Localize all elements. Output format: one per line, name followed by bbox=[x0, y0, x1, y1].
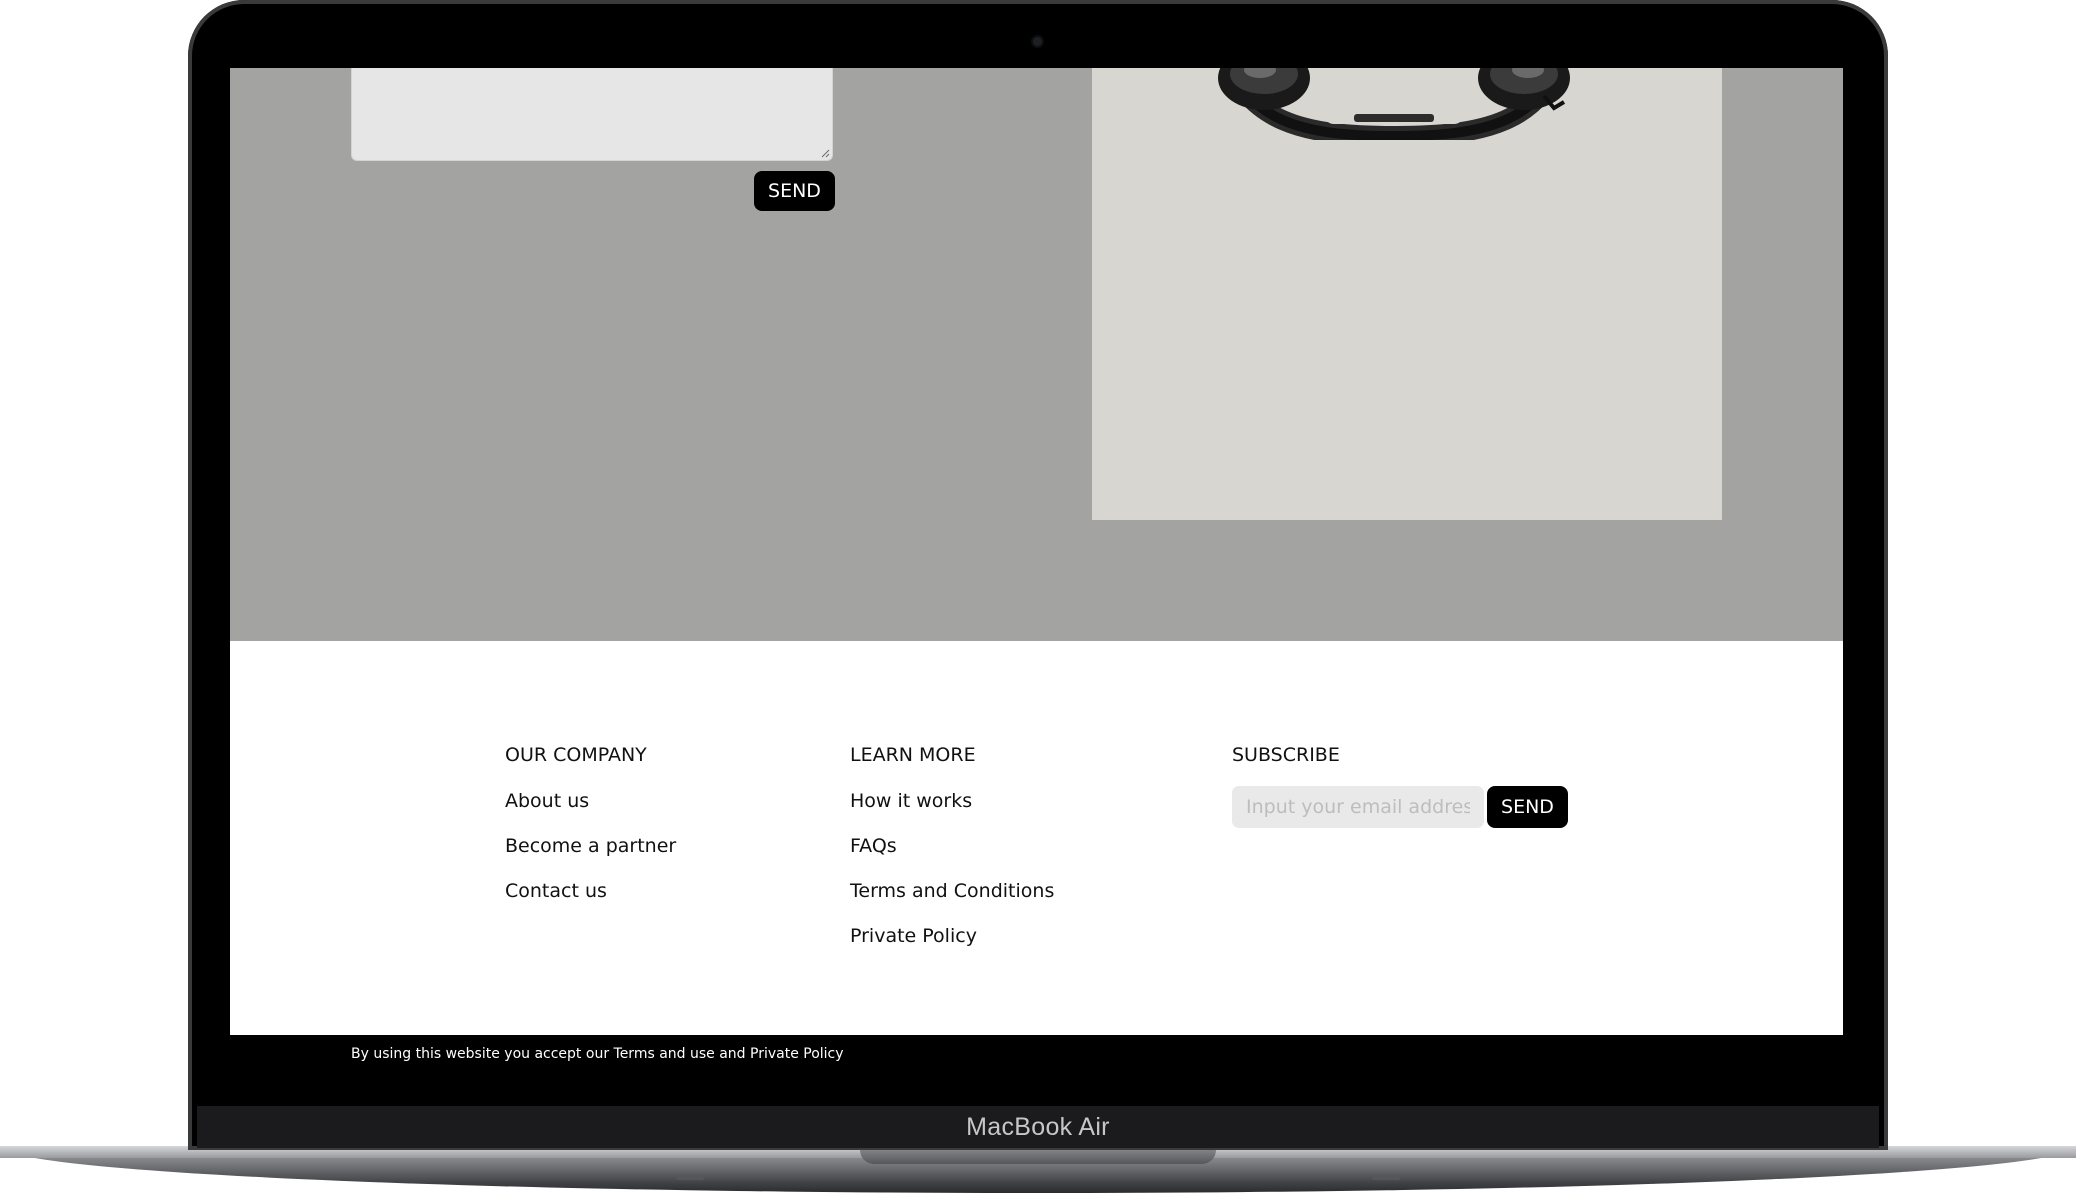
send-message-button[interactable]: SEND bbox=[754, 171, 835, 211]
footer-column-learn-more: LEARN MORE How it works FAQs Terms and C… bbox=[850, 743, 1054, 969]
footer-link-terms[interactable]: Terms and Conditions bbox=[850, 879, 1054, 924]
resize-grip-icon[interactable] bbox=[820, 148, 830, 158]
headphones-image bbox=[1218, 68, 1570, 140]
laptop-foot bbox=[676, 1176, 704, 1180]
legal-bar: By using this website you accept our Ter… bbox=[230, 1035, 1843, 1074]
footer-link-become-partner[interactable]: Become a partner bbox=[505, 834, 676, 879]
footer-column-subscribe: SUBSCRIBE bbox=[1232, 743, 1340, 789]
footer-column-our-company: OUR COMPANY About us Become a partner Co… bbox=[505, 743, 676, 924]
email-field[interactable] bbox=[1232, 786, 1484, 828]
subscribe-send-button[interactable]: SEND bbox=[1487, 786, 1568, 828]
camera-icon bbox=[1033, 37, 1042, 46]
browser-viewport[interactable]: SEND OUR COMPANY About us Become a partn… bbox=[230, 68, 1843, 1074]
product-image-panel bbox=[1092, 68, 1722, 520]
footer-heading-learn-more: LEARN MORE bbox=[850, 744, 976, 766]
device-model-label: MacBook Air bbox=[966, 1113, 1110, 1141]
footer-heading-our-company: OUR COMPANY bbox=[505, 744, 647, 766]
message-textarea[interactable] bbox=[351, 68, 833, 161]
footer-link-private-policy[interactable]: Private Policy bbox=[850, 924, 1054, 969]
footer-link-faqs[interactable]: FAQs bbox=[850, 834, 1054, 879]
footer-link-how-it-works[interactable]: How it works bbox=[850, 789, 1054, 834]
laptop-foot bbox=[1372, 1176, 1400, 1180]
footer-link-about-us[interactable]: About us bbox=[505, 789, 676, 834]
contact-section: SEND bbox=[230, 68, 1843, 641]
footer-link-contact-us[interactable]: Contact us bbox=[505, 879, 676, 924]
footer-heading-subscribe: SUBSCRIBE bbox=[1232, 744, 1340, 766]
legal-notice: By using this website you accept our Ter… bbox=[351, 1046, 844, 1062]
macbook-mockup: MacBook Air SEND OUR COMPANY About us Be… bbox=[0, 0, 2076, 1193]
